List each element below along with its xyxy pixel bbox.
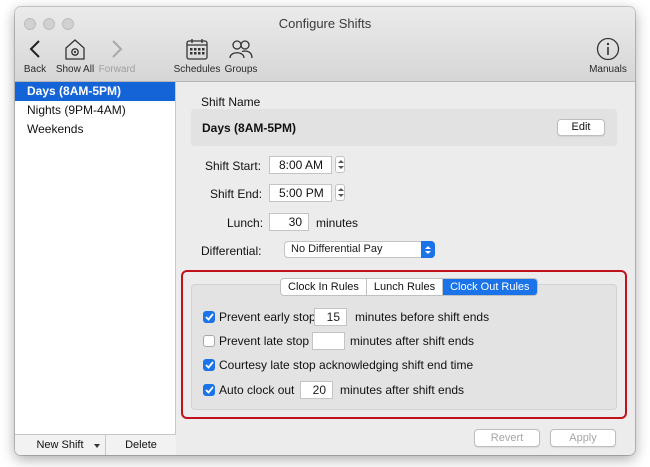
titlebar: Configure Shifts Back Show All Forward S… (15, 7, 635, 82)
back-label: Back (23, 64, 47, 75)
show-all-button[interactable]: Show All (53, 36, 97, 75)
courtesy-late-stop-checkbox[interactable] (203, 359, 215, 371)
dropdown-arrow-icon (94, 444, 100, 448)
lunch-units-label: minutes (316, 216, 359, 230)
tab-clock-in-rules[interactable]: Clock In Rules (281, 279, 367, 295)
popup-chevrons-icon (421, 241, 435, 258)
configure-shifts-window: Configure Shifts Back Show All Forward S… (15, 7, 635, 455)
forward-label: Forward (98, 64, 136, 75)
prevent-late-minutes-field[interactable] (312, 332, 345, 350)
calendar-icon (173, 36, 221, 62)
edit-button[interactable]: Edit (557, 119, 605, 136)
shift-list-item-days[interactable]: Days (8AM-5PM) (15, 82, 175, 101)
shift-start-field[interactable]: 8:00 AM (269, 156, 332, 174)
shift-list-item-nights[interactable]: Nights (9PM-4AM) (15, 101, 175, 120)
prevent-early-suffix: minutes before shift ends (355, 310, 490, 324)
shift-list-item-weekends[interactable]: Weekends (15, 120, 175, 139)
apply-button[interactable]: Apply (550, 429, 616, 447)
delete-shift-button[interactable]: Delete (106, 435, 176, 455)
info-icon (587, 36, 629, 62)
shift-name-label: Shift Name (201, 95, 261, 109)
checkmark-icon (204, 313, 214, 321)
new-shift-label: New Shift (36, 439, 84, 451)
rules-tab-bar: Clock In Rules Lunch Rules Clock Out Rul… (280, 278, 538, 296)
shift-start-label: Shift Start: (205, 159, 262, 173)
manuals-label: Manuals (589, 64, 627, 75)
manuals-button[interactable]: Manuals (587, 36, 629, 75)
prevent-late-label: Prevent late stop (219, 334, 310, 348)
courtesy-late-stop-label: Courtesy late stop acknowledging shift e… (219, 358, 474, 372)
auto-clock-out-minutes-field[interactable]: 20 (300, 381, 333, 399)
prevent-early-checkbox[interactable] (203, 311, 215, 323)
tab-clock-out-rules[interactable]: Clock Out Rules (443, 279, 537, 295)
schedules-label: Schedules (173, 64, 221, 75)
shift-end-field[interactable]: 5:00 PM (269, 184, 332, 202)
rules-tab-panel: Prevent early stop 15 minutes before shi… (191, 284, 617, 410)
schedules-button[interactable]: Schedules (173, 36, 221, 75)
new-shift-button[interactable]: New Shift (15, 435, 106, 455)
shift-detail-panel: Shift Name Days (8AM-5PM) Edit Shift Sta… (176, 82, 635, 455)
differential-value: No Differential Pay (291, 243, 383, 255)
sidebar-footer: New Shift Delete (15, 434, 176, 455)
chevron-right-icon (98, 36, 136, 62)
tab-lunch-rules[interactable]: Lunch Rules (367, 279, 444, 295)
checkmark-icon (204, 386, 214, 394)
lunch-minutes-field[interactable]: 30 (269, 213, 309, 231)
people-icon (223, 36, 259, 62)
chevron-left-icon (21, 36, 49, 62)
differential-popup[interactable]: No Differential Pay (284, 241, 435, 258)
shift-name-box: Days (8AM-5PM) Edit (191, 109, 617, 146)
differential-label: Differential: (201, 244, 262, 258)
prevent-early-label: Prevent early stop (219, 310, 316, 324)
forward-button[interactable]: Forward (98, 36, 136, 75)
shift-end-stepper[interactable] (335, 184, 345, 201)
checkmark-icon (204, 361, 214, 369)
shift-start-stepper[interactable] (335, 156, 345, 173)
groups-label: Groups (224, 64, 258, 75)
revert-button[interactable]: Revert (474, 429, 540, 447)
lunch-label: Lunch: (227, 216, 264, 230)
show-all-label: Show All (55, 64, 95, 75)
shift-name-value: Days (8AM-5PM) (202, 121, 297, 135)
auto-clock-out-label: Auto clock out (219, 383, 295, 397)
back-button[interactable]: Back (21, 36, 49, 75)
groups-button[interactable]: Groups (223, 36, 259, 75)
prevent-late-checkbox[interactable] (203, 335, 215, 347)
auto-clock-out-suffix: minutes after shift ends (340, 383, 465, 397)
window-title: Configure Shifts (278, 16, 372, 31)
prevent-late-suffix: minutes after shift ends (350, 334, 475, 348)
auto-clock-out-checkbox[interactable] (203, 384, 215, 396)
gear-house-icon (53, 36, 97, 62)
shift-list-sidebar: Days (8AM-5PM) Nights (9PM-4AM) Weekends… (15, 82, 176, 455)
prevent-early-minutes-field[interactable]: 15 (314, 308, 347, 326)
shift-end-label: Shift End: (210, 187, 263, 201)
